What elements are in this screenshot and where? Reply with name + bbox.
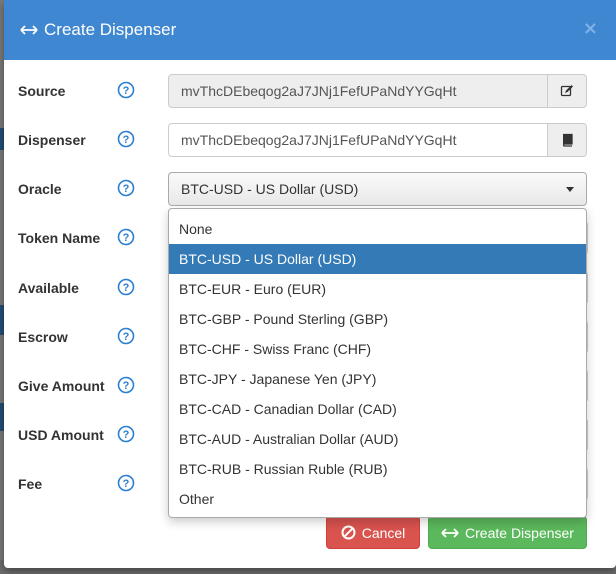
question-circle-icon[interactable]: ? [117,130,135,148]
svg-text:?: ? [123,183,130,195]
modal-header: Create Dispenser × [4,0,616,60]
oracle-option-btc-rub[interactable]: BTC-RUB - Russian Ruble (RUB) [169,454,586,484]
svg-text:?: ? [123,85,130,97]
question-circle-icon[interactable]: ? [117,376,135,394]
oracle-option-btc-jpy[interactable]: BTC-JPY - Japanese Yen (JPY) [169,364,586,394]
modal-title: Create Dispenser [44,20,177,39]
question-circle-icon[interactable]: ? [117,425,135,443]
oracle-row: Oracle ? BTC-USD - US Dollar (USD) [4,172,616,206]
fee-label: Fee [18,476,43,492]
oracle-dropdown-list: None BTC-USD - US Dollar (USD) BTC-EUR -… [168,208,587,518]
caret-down-icon [566,187,574,192]
question-circle-icon[interactable]: ? [117,228,135,246]
dispenser-row: Dispenser ? mvThcDEbeqog2aJ7JNj1FefUPaNd… [4,123,616,157]
question-circle-icon[interactable]: ? [117,81,135,99]
available-label: Available [18,280,79,296]
source-input-group: mvThcDEbeqog2aJ7JNj1FefUPaNdYYGqHt [168,74,587,108]
dispenser-address-book-button[interactable] [548,123,587,157]
close-icon[interactable]: × [583,20,598,38]
source-label: Source [18,83,66,99]
source-edit-button[interactable] [548,74,587,108]
cancel-button[interactable]: Cancel [326,516,420,549]
svg-text:?: ? [123,331,130,343]
svg-text:?: ? [123,282,130,294]
svg-text:?: ? [123,232,130,244]
create-dispenser-button[interactable]: Create Dispenser [428,516,587,549]
oracle-option-btc-gbp[interactable]: BTC-GBP - Pound Sterling (GBP) [169,304,586,334]
cancel-button-label: Cancel [361,524,406,541]
oracle-option-btc-aud[interactable]: BTC-AUD - Australian Dollar (AUD) [169,424,586,454]
dispenser-label: Dispenser [18,132,86,148]
edit-icon [560,85,573,97]
svg-text:?: ? [123,134,130,146]
token-name-label: Token Name [18,230,101,246]
oracle-option-btc-usd[interactable]: BTC-USD - US Dollar (USD) [169,244,586,274]
oracle-option-btc-eur[interactable]: BTC-EUR - Euro (EUR) [169,274,586,304]
dispenser-input-group: mvThcDEbeqog2aJ7JNj1FefUPaNdYYGqHt [168,123,587,157]
book-icon [562,133,573,147]
oracle-selected-value: BTC-USD - US Dollar (USD) [181,181,359,197]
double-arrow-icon [20,25,38,35]
escrow-label: Escrow [18,329,68,345]
source-field[interactable]: mvThcDEbeqog2aJ7JNj1FefUPaNdYYGqHt [168,74,548,108]
svg-text:?: ? [123,429,130,441]
create-dispenser-button-label: Create Dispenser [465,524,574,541]
usd-amount-label: USD Amount [18,427,104,443]
double-arrow-icon [441,527,459,538]
oracle-option-none[interactable]: None [169,214,586,244]
oracle-select[interactable]: BTC-USD - US Dollar (USD) [168,172,587,206]
oracle-option-other[interactable]: Other [169,484,586,514]
oracle-option-btc-cad[interactable]: BTC-CAD - Canadian Dollar (CAD) [169,394,586,424]
question-circle-icon[interactable]: ? [117,327,135,345]
svg-text:?: ? [123,380,130,392]
question-circle-icon[interactable]: ? [117,474,135,492]
oracle-option-btc-chf[interactable]: BTC-CHF - Swiss Franc (CHF) [169,334,586,364]
svg-text:?: ? [123,478,130,490]
question-circle-icon[interactable]: ? [117,278,135,296]
question-circle-icon[interactable]: ? [117,179,135,197]
ban-icon [341,525,356,540]
dispenser-field[interactable]: mvThcDEbeqog2aJ7JNj1FefUPaNdYYGqHt [168,123,548,157]
oracle-label: Oracle [18,181,62,197]
give-amount-label: Give Amount [18,378,105,394]
source-row: Source ? mvThcDEbeqog2aJ7JNj1FefUPaNdYYG… [4,74,616,108]
